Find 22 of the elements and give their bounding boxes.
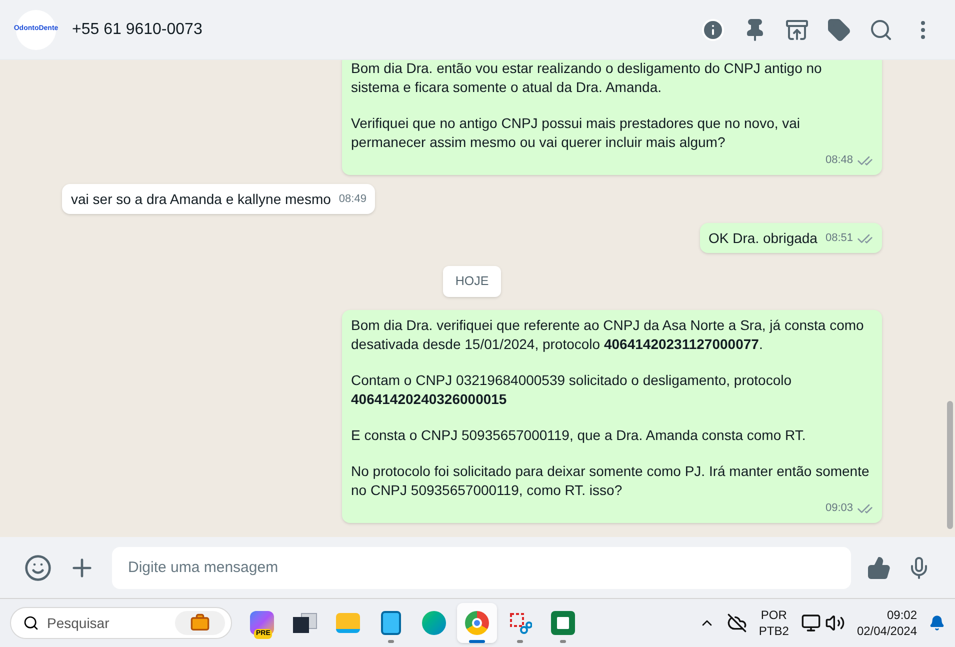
keyboard-layout: PTB2	[758, 623, 789, 639]
message-text: vai ser so a dra Amanda e kallyne mesmo	[71, 190, 331, 210]
message-text: E consta o CNPJ 50935657000119, que a Dra. Amanda consta como RT.	[351, 426, 807, 445]
message-text: Verifiquei que no antigo CNPJ possui mais prestadores que no novo, vai permanecer assim mesmo ou vai querer incluir mais algum?	[351, 114, 802, 152]
clock-time: 09:02	[886, 607, 917, 623]
language-indicator[interactable]: POR PTB2	[758, 607, 789, 639]
message-time: 09:03	[825, 501, 853, 516]
taskbar-search-field[interactable]: Pesquisar	[10, 607, 232, 639]
contact-name[interactable]: +55 61 9610-0073	[72, 18, 202, 42]
clock-date: 02/04/2024	[856, 623, 917, 639]
message-text: Contam o CNPJ 03219684000539 solicitado o desligamento, protocolo 40641420240326000015	[351, 371, 793, 409]
message-time: 08:49	[338, 192, 366, 208]
message-text: Bom dia Dra. então vou estar realizando o desligamento do CNPJ antigo no sistema e ficara somente o atual da Dra. Amanda.	[351, 60, 823, 98]
message-time: 08:48	[825, 153, 853, 168]
message-text: OK Dra. obrigada	[708, 229, 818, 248]
message-input[interactable]: Digite uma mensagem	[112, 546, 851, 588]
message-text: Bom dia Dra. verifiquei que referente ao CNPJ da Asa Norte a Sra, já consta como desativada desde 15/01/2024, protocolo 40641420231127000077.	[351, 316, 865, 354]
message-text: No protocolo foi solicitado para deixar somente como PJ. Irá manter então somente no CNPJ 50935657000119, como RT. isso?	[351, 462, 870, 500]
search-placeholder: Pesquisar	[47, 614, 110, 633]
language-code: POR	[760, 607, 787, 623]
message-time: 08:51	[825, 231, 853, 246]
clock[interactable]: 09:02 02/04/2024	[856, 607, 917, 639]
